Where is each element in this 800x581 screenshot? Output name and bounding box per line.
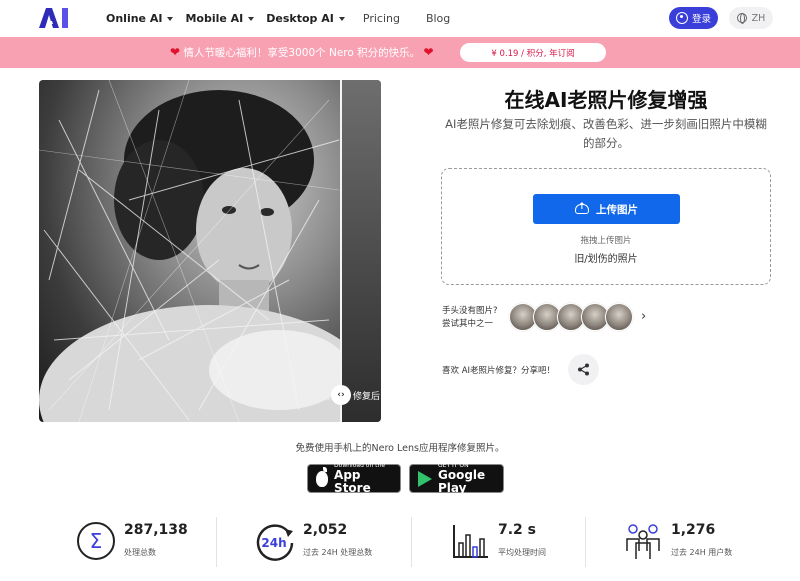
share-button[interactable] [568,354,599,385]
sigma-icon: Σ [77,522,115,560]
restored-photo-strip [341,80,381,422]
top-nav: Online AI Mobile AI Desktop AI Pricing B… [0,0,800,37]
google-play-button[interactable]: GET IT ON Google Play [409,462,504,495]
nav-blog[interactable]: Blog [426,12,450,25]
upload-dropzone[interactable] [441,168,771,285]
nav-online-ai[interactable]: Online AI [106,12,174,25]
heart-icon: ❤ [423,45,434,59]
chevron-down-icon [167,16,174,21]
stat-24h-processed: 24h 2,052 过去 24H 处理总数 [255,515,405,570]
promo-banner: ❤ 情人节暖心福利！享受3000个 Nero 积分的快乐。 ❤ [0,37,800,68]
chevron-down-icon [248,16,255,21]
page-title: 在线AI老照片修复增强 [504,88,708,112]
nero-ai-logo[interactable] [39,8,71,28]
stat-24h-users: 1,276 过去 24H 用户数 [623,515,773,570]
share-label: 喜欢 AI老照片修复？分享吧！ [442,366,556,376]
nav-pricing[interactable]: Pricing [363,12,400,25]
divider [411,517,412,567]
user-icon [675,12,688,24]
svg-text:Σ: Σ [90,529,103,553]
stat-avg-time: 7.2 s 平均处理时间 [450,515,580,570]
sample-thumbnail[interactable] [605,303,633,331]
promo-text: ❤ 情人节暖心福利！享受3000个 Nero 积分的快乐。 ❤ [170,45,434,59]
before-after-preview: 修复前 ‹› 修复后 [39,80,381,422]
divider [216,517,217,567]
apple-icon [316,466,329,487]
compare-slider-handle[interactable]: ‹› [331,385,351,405]
promo-button[interactable]: ¥ 0.19 / 积分, 年订阅 [460,43,606,62]
24h-icon: 24h [256,524,294,561]
chevron-right-icon[interactable]: › [641,309,646,324]
stat-total-processed: Σ 287,138 处理总数 [76,515,216,570]
left-right-arrows-icon: ‹› [337,390,345,400]
divider [585,517,586,567]
cloud-upload-icon [575,202,589,214]
upload-button[interactable]: 上传图片 [533,194,680,224]
globe-icon [736,13,747,24]
google-play-icon [418,470,432,487]
compare-divider [340,80,342,422]
bar-chart-icon [453,525,488,558]
login-button[interactable]: 登录 [669,7,718,29]
page-subtitle: AI老照片修复可去除划痕、改善色彩、进一步刻画旧照片中模糊的部分。 [445,117,767,150]
svg-text:24h: 24h [261,536,286,550]
after-label: 修复后 [353,392,381,402]
chevron-down-icon [338,16,345,21]
nav-desktop-ai[interactable]: Desktop AI [266,12,345,25]
app-promo-text: 免费使用手机上的Nero Lens应用程序修复照片。 [295,443,505,454]
old-photo-image [39,80,379,422]
nav-mobile-ai[interactable]: Mobile AI [185,12,255,25]
share-icon [578,363,589,376]
upload-description: 旧/划伤的照片 [574,254,638,265]
upload-hint: 拖拽上传图片 [580,236,632,246]
heart-icon: ❤ [170,45,181,59]
users-icon [626,524,660,559]
before-label: 修复前 [307,392,335,402]
samples-label: 手头没有图片? 尝试其中之一 [442,306,498,329]
app-store-button[interactable]: Download on the App Store [307,462,401,495]
nav-menu: Online AI Mobile AI Desktop AI Pricing B… [106,0,476,37]
language-button[interactable]: ZH [729,7,773,29]
